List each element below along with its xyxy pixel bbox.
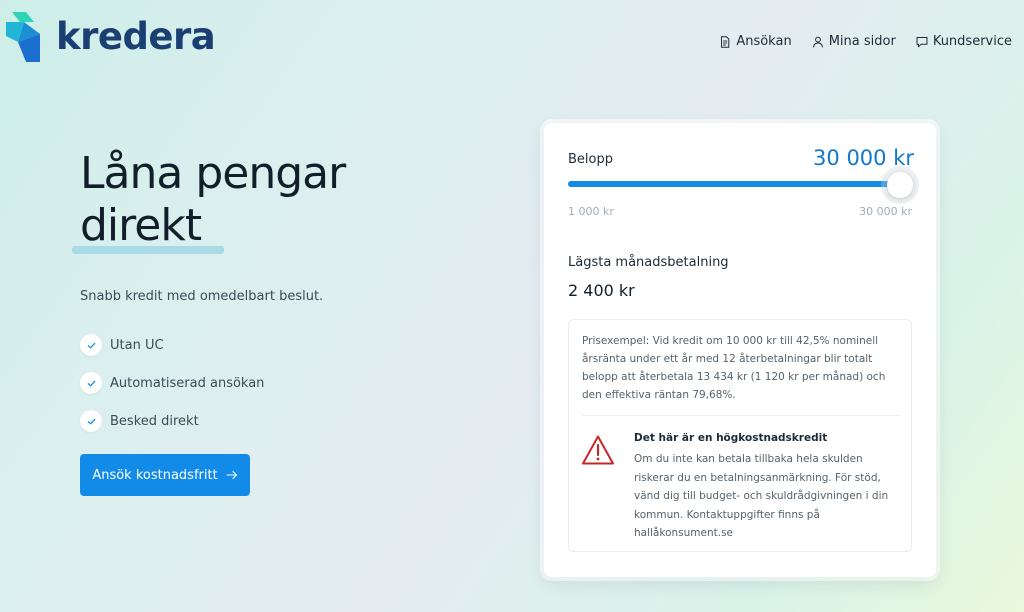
warning-text: Om du inte kan betala tillbaka hela skul… [634, 453, 889, 539]
price-info-box: Prisexempel: Vid kredit om 10 000 kr til… [568, 319, 912, 552]
warning-icon [582, 435, 614, 465]
nav-label-kundservice: Kundservice [932, 34, 1012, 49]
feature-item: Automatiserad ansökan [80, 364, 264, 402]
nav-item-mina-sidor[interactable]: Mina sidor [812, 34, 896, 49]
feature-label: Automatiserad ansökan [110, 375, 265, 391]
amount-slider-thumb[interactable] [887, 172, 913, 198]
hero-subtitle: Snabb kredit med omedelbart beslut. [80, 289, 324, 304]
warning-title: Det här är en högkostnadskredit [634, 432, 828, 444]
feature-item: Utan UC [80, 326, 264, 364]
feature-label: Besked direkt [110, 413, 199, 429]
amount-label: Belopp [568, 152, 613, 167]
check-icon [80, 372, 102, 394]
amount-value: 30 000 kr [813, 146, 914, 170]
hero-title-line2: direkt [72, 200, 224, 254]
slider-min-label: 1 000 kr [568, 205, 614, 218]
lowest-payment-value: 2 400 kr [568, 281, 635, 300]
hero-title-line1: Låna pengar [80, 148, 346, 199]
brand-logo[interactable]: kredera [6, 12, 216, 64]
user-icon [812, 36, 823, 47]
nav-label-ansokan: Ansökan [736, 34, 792, 49]
price-example-text: Prisexempel: Vid kredit om 10 000 kr til… [582, 335, 886, 401]
document-icon [721, 35, 730, 48]
feature-item: Besked direkt [80, 402, 264, 440]
check-icon [80, 334, 102, 356]
slider-max-label: 30 000 kr [859, 205, 912, 218]
info-divider [582, 415, 900, 416]
check-icon [80, 410, 102, 432]
lowest-payment-label: Lägsta månadsbetalning [568, 255, 729, 270]
hero-title-line2-text: direkt [80, 200, 202, 251]
logo-mark-icon [6, 12, 40, 62]
arrow-right-icon [226, 470, 237, 480]
feature-label: Utan UC [110, 337, 164, 353]
chat-icon [916, 36, 928, 47]
apply-button-label: Ansök kostnadsfritt [92, 467, 218, 483]
nav-item-ansokan[interactable]: Ansökan [719, 34, 792, 49]
nav-item-kundservice[interactable]: Kundservice [916, 34, 1012, 49]
top-bar: kredera Ansökan Mina sidor Kundservice [0, 0, 1024, 86]
nav-label-mina-sidor: Mina sidor [828, 34, 896, 49]
hero-section: Låna pengar direkt [72, 148, 440, 254]
amount-slider-track[interactable] [568, 181, 900, 187]
amount-slider-fill [568, 181, 900, 187]
brand-name: kredera [56, 14, 216, 58]
apply-button[interactable]: Ansök kostnadsfritt [80, 454, 250, 496]
loan-calculator-card: Belopp 30 000 kr 1 000 kr 30 000 kr Lägs… [544, 123, 936, 577]
main-nav: Ansökan Mina sidor Kundservice [719, 34, 1012, 49]
hero-title: Låna pengar direkt [72, 148, 440, 254]
feature-list: Utan UC Automatiserad ansökan Besked dir… [80, 326, 264, 440]
